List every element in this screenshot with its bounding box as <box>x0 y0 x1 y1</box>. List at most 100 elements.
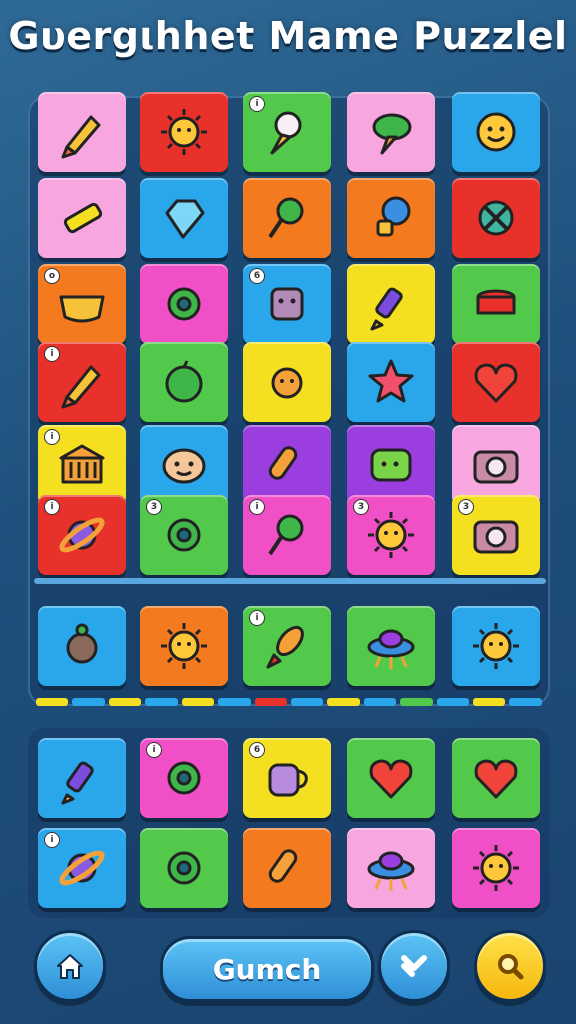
shelf-tile[interactable]: i <box>243 606 331 686</box>
sun-icon <box>161 623 207 669</box>
board-tile[interactable] <box>452 425 540 505</box>
game-title: Gυergιhhet Mame Puzzlel <box>8 14 568 58</box>
apple-icon <box>165 360 203 403</box>
tile-badge: i <box>44 499 60 515</box>
pen-icon <box>370 287 403 331</box>
board-tile[interactable] <box>243 425 331 505</box>
planet-icon <box>59 850 105 886</box>
pencil-icon <box>61 365 101 409</box>
tray-tile[interactable] <box>347 828 435 908</box>
tray-tile[interactable] <box>243 828 331 908</box>
ufo-icon <box>367 851 415 891</box>
gear-icon <box>167 851 201 885</box>
cross-circle-icon <box>478 200 514 236</box>
sun-icon <box>368 512 414 558</box>
lightbulb-icon <box>376 196 411 237</box>
progress-segment <box>72 698 105 706</box>
board-tile[interactable] <box>140 342 228 422</box>
board-tile[interactable] <box>140 425 228 505</box>
face-icon <box>162 448 206 484</box>
gear-icon <box>167 761 201 795</box>
tile-badge: 6 <box>249 268 265 284</box>
board-tile[interactable] <box>140 92 228 172</box>
tray-tile[interactable] <box>452 828 540 908</box>
tile-badge: i <box>44 429 60 445</box>
board-tile[interactable] <box>452 264 540 344</box>
board-tile[interactable]: i <box>38 425 126 505</box>
progress-segment <box>181 698 215 706</box>
board-tile[interactable]: i <box>243 92 331 172</box>
shelf-tile[interactable] <box>38 606 126 686</box>
board-tile[interactable]: 3 <box>347 495 435 575</box>
camera-icon <box>473 520 519 554</box>
board-tile[interactable] <box>347 342 435 422</box>
search-icon <box>498 954 524 980</box>
shelf-tile[interactable] <box>452 606 540 686</box>
tile-badge: 6 <box>249 742 265 758</box>
rocket-icon <box>266 625 304 669</box>
smiley-icon <box>476 112 516 152</box>
search-button[interactable] <box>474 930 546 1002</box>
board-tile[interactable] <box>243 178 331 258</box>
board-tile[interactable]: i <box>38 495 126 575</box>
board-tile[interactable] <box>347 178 435 258</box>
heart-icon <box>474 759 518 799</box>
home-icon <box>57 954 83 979</box>
tray-tile[interactable] <box>38 738 126 818</box>
ufo-icon <box>367 629 415 669</box>
board-tile[interactable] <box>140 264 228 344</box>
board-tile[interactable] <box>452 178 540 258</box>
board-tile[interactable] <box>452 92 540 172</box>
tile-badge: i <box>44 346 60 362</box>
board-tile[interactable] <box>347 425 435 505</box>
tile-badge: i <box>249 499 265 515</box>
board-tile[interactable]: 6 <box>243 264 331 344</box>
mug-icon <box>268 763 308 797</box>
gear-icon <box>167 518 201 552</box>
progress-segment <box>218 698 251 706</box>
block-face-icon <box>370 448 412 482</box>
board-tile[interactable] <box>38 178 126 258</box>
tray-tile[interactable] <box>140 828 228 908</box>
star-icon <box>368 359 414 403</box>
board-tile[interactable] <box>140 178 228 258</box>
building-icon <box>59 444 105 484</box>
tile-badge: 3 <box>458 499 474 515</box>
tile-badge: i <box>146 742 162 758</box>
shelf-divider <box>34 578 546 584</box>
pen-icon <box>61 761 94 805</box>
board-tile[interactable]: i <box>38 342 126 422</box>
drum-icon <box>476 289 516 315</box>
brush-icon <box>268 849 298 883</box>
board-tile[interactable]: o <box>38 264 126 344</box>
bowl-icon <box>59 295 105 323</box>
board-tile[interactable] <box>347 92 435 172</box>
board-tile[interactable] <box>38 92 126 172</box>
board-tile[interactable] <box>347 264 435 344</box>
heart-icon <box>369 759 413 799</box>
board-tile[interactable] <box>243 342 331 422</box>
board-tile[interactable] <box>452 342 540 422</box>
ice-cream-icon <box>270 111 302 155</box>
diamond-icon <box>165 199 205 239</box>
tray-tile[interactable]: i <box>38 828 126 908</box>
planet-icon <box>59 517 105 553</box>
tray-tile[interactable] <box>347 738 435 818</box>
shuffle-button[interactable] <box>378 930 450 1002</box>
shelf-tile[interactable] <box>140 606 228 686</box>
tray-tile[interactable] <box>452 738 540 818</box>
main-action-button[interactable]: Gumch <box>160 936 374 1002</box>
progress-segment <box>509 698 542 706</box>
board-tile[interactable]: 3 <box>452 495 540 575</box>
home-button[interactable] <box>34 930 106 1002</box>
pin-icon <box>268 197 304 239</box>
shuffle-icon <box>401 955 427 977</box>
shelf-tile[interactable] <box>347 606 435 686</box>
progress-segment <box>473 698 506 706</box>
tray-tile[interactable]: i <box>140 738 228 818</box>
board-tile[interactable]: i <box>243 495 331 575</box>
gear-icon <box>167 287 201 321</box>
tile-badge: 3 <box>353 499 369 515</box>
tray-tile[interactable]: 6 <box>243 738 331 818</box>
board-tile[interactable]: 3 <box>140 495 228 575</box>
